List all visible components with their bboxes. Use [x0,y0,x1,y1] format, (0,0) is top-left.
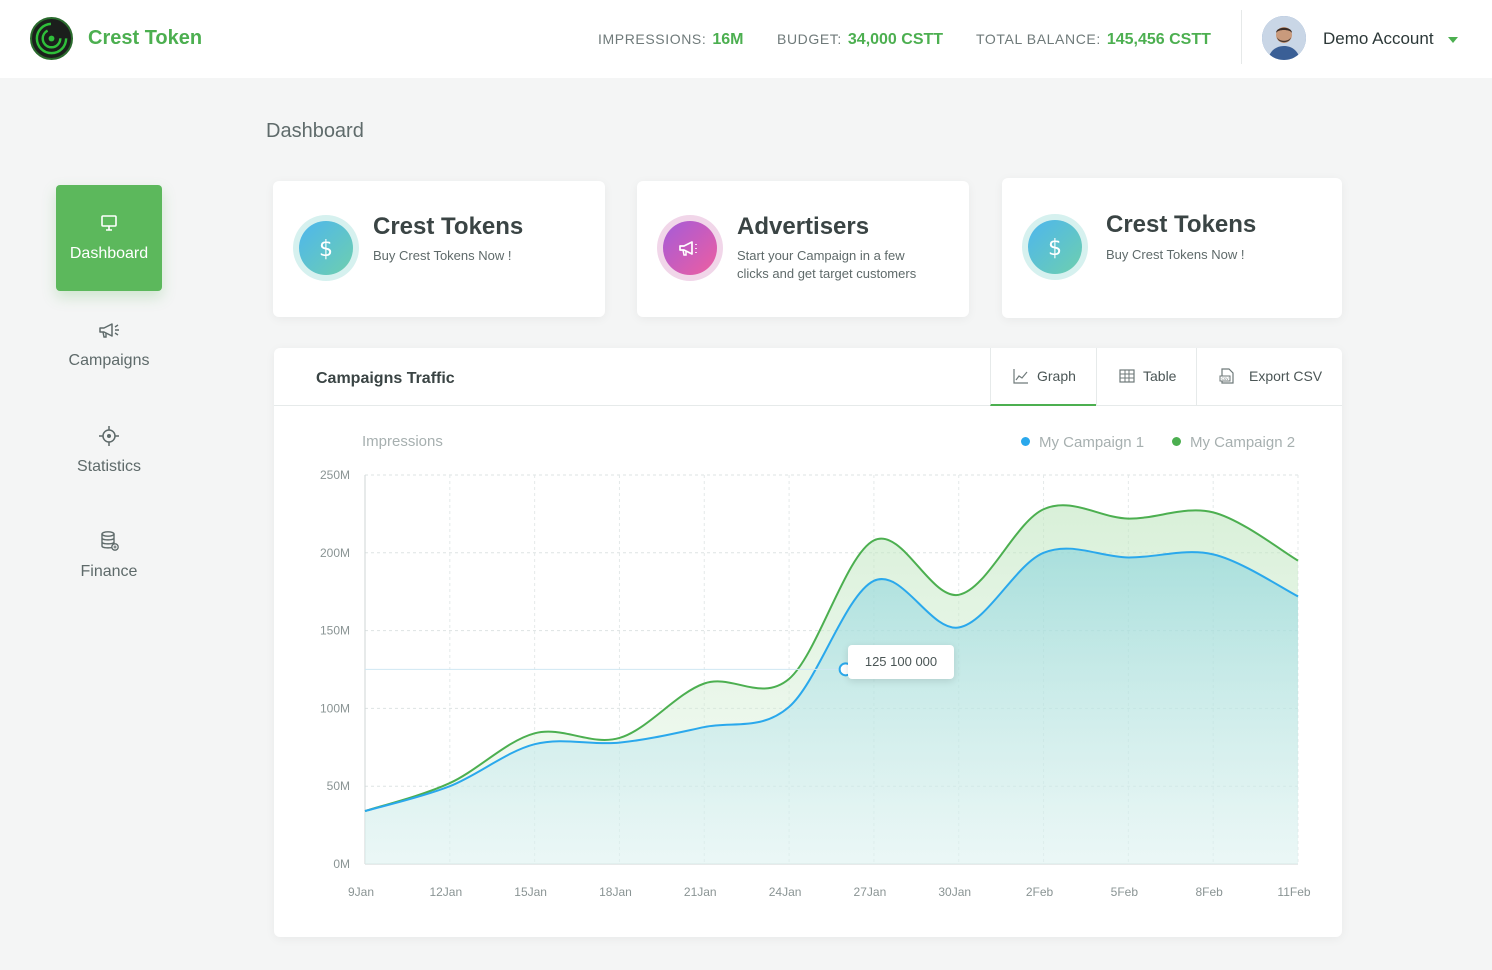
card-title: Crest Tokens [1106,211,1257,238]
sidebar-item-label: Campaigns [68,352,150,369]
card-icon-bg [663,221,717,275]
target-icon [99,426,119,446]
traffic-chart: 250M 200M 150M 100M 50M 0M 9Jan 12Jan 15Jan 18Jan… [320,468,1311,899]
megaphone-icon [99,323,119,338]
crest-tokens-card-2[interactable]: $ Crest Tokens Buy Crest Tokens Now ! [1002,178,1342,318]
crest-tokens-card[interactable]: $ Crest Tokens Buy Crest Tokens Now ! [273,181,605,317]
card-icon-ring [657,215,723,281]
total-balance-stat: TOTAL BALANCE: 145,456 CSTT [976,31,1211,49]
card-icon-ring: $ [1022,214,1088,280]
sidebar-item-statistics[interactable]: Statistics [56,398,162,504]
x-tick-label: 15Jan [514,885,547,899]
impressions-label: IMPRESSIONS: [598,31,707,47]
x-tick-label: 12Jan [429,885,462,899]
sidebar-item-label: Statistics [76,458,141,475]
dollar-icon: $ [319,237,333,262]
crest-logo-icon[interactable] [30,17,73,60]
svg-text:$: $ [319,237,333,262]
chart-tooltip: 125 100 000 [848,645,954,679]
x-tick-label: 8Feb [1196,885,1224,899]
card-icon-bg: $ [1028,220,1082,274]
total-balance-label: TOTAL BALANCE: [976,31,1101,47]
svg-text:$: $ [1048,236,1062,261]
series-area [365,548,1298,864]
y-tick-label: 50M [327,779,350,793]
budget-label: BUDGET: [777,31,842,47]
x-tick-label: 11Feb [1277,885,1310,899]
presentation-icon [101,215,117,231]
dollar-icon: $ [1048,236,1062,261]
y-tick-label: 100M [320,701,350,715]
card-title: Crest Tokens [373,213,524,240]
sidebar-item-campaigns[interactable]: Campaigns [56,292,162,398]
account-name[interactable]: Demo Account [1323,29,1434,49]
card-title: Advertisers [737,213,870,240]
y-tick-label: 150M [320,624,350,638]
sidebar-item-label: Dashboard [69,245,149,262]
advertisers-card[interactable]: Advertisers Start your Campaign in a few… [637,181,969,317]
x-tick-label: 5Feb [1111,885,1139,899]
x-tick-label: 30Jan [938,885,971,899]
x-tick-label: 21Jan [684,885,717,899]
sidebar-item-dashboard[interactable]: Dashboard [56,185,162,291]
campaigns-traffic-panel: Campaigns Traffic Graph Table CSV Export… [274,348,1342,937]
card-subtitle: Buy Crest Tokens Now ! [1106,247,1245,262]
sidebar-item-finance[interactable]: Finance [56,503,162,609]
x-tick-label: 9Jan [348,885,374,899]
x-tick-label: 18Jan [599,885,632,899]
y-tick-label: 250M [320,468,350,482]
budget-stat: BUDGET: 34,000 CSTT [777,31,943,49]
x-tick-label: 27Jan [854,885,887,899]
header-divider [1241,10,1242,64]
y-tick-label: 200M [320,546,350,560]
top-bar: Crest Token IMPRESSIONS: 16M BUDGET: 34,00… [0,0,1492,78]
impressions-stat: IMPRESSIONS: 16M [598,31,743,49]
brand-name[interactable]: Crest Token [88,27,202,50]
coins-icon [101,531,119,551]
impressions-value: 16M [712,31,744,48]
budget-value: 34,000 CSTT [847,31,944,48]
x-tick-label: 2Feb [1026,885,1054,899]
card-subtitle: Buy Crest Tokens Now ! [373,248,512,263]
page-title: Dashboard [266,120,364,142]
total-balance-value: 145,456 CSTT [1106,31,1211,48]
card-subtitle: Start your Campaign in a few clicks and … [737,248,917,281]
chevron-down-icon[interactable] [1448,37,1458,43]
megaphone-icon [679,241,697,256]
sidebar-item-label: Finance [80,563,138,580]
y-tick-label: 0M [333,857,350,871]
avatar[interactable] [1262,16,1306,60]
card-icon-bg: $ [299,221,353,275]
card-icon-ring: $ [293,215,359,281]
x-tick-label: 24Jan [769,885,802,899]
